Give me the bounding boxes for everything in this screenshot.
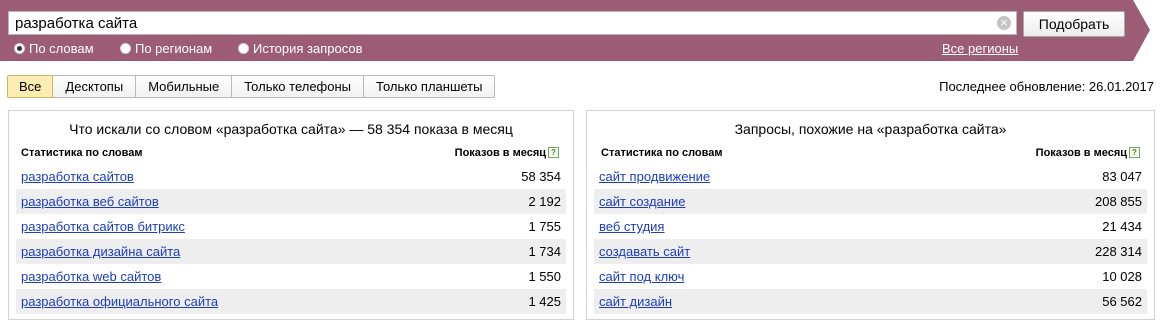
phrase-link[interactable]: разработка сайтов [21, 169, 134, 184]
shows-count: 1 755 [528, 219, 561, 234]
column-header-shows: Показов в месяц? [455, 147, 559, 159]
similar-queries-panel: Запросы, похожие на «разработка сайта» С… [586, 110, 1155, 320]
phrase-link[interactable]: сайт продвижение [599, 169, 710, 184]
table-row: сайт создание 208 855 [594, 189, 1147, 214]
panel-title: Запросы, похожие на «разработка сайта» [734, 121, 1007, 137]
radio-by-regions[interactable]: По регионам [120, 41, 212, 56]
table-row: сайт под ключ 10 028 [594, 264, 1147, 289]
tab-desktops[interactable]: Десктопы [53, 75, 137, 98]
table-row: сайт продвижение 83 047 [594, 164, 1147, 189]
shows-count: 1 734 [528, 244, 561, 259]
shows-count: 228 314 [1095, 244, 1142, 259]
column-header-shows-label: Показов в месяц [1035, 147, 1127, 159]
shows-count: 208 855 [1095, 194, 1142, 209]
phrase-link[interactable]: сайт создание [599, 194, 685, 209]
all-regions-link[interactable]: Все регионы [942, 41, 1018, 56]
tab-tablets-only[interactable]: Только планшеты [364, 75, 496, 98]
submit-button[interactable]: Подобрать [1023, 11, 1125, 37]
radio-unchecked-icon[interactable] [120, 43, 131, 54]
phrase-link[interactable]: разработка дизайна сайта [21, 244, 180, 259]
search-band: × Подобрать По словам По регионам Истори… [0, 0, 1163, 61]
phrase-link[interactable]: сайт под ключ [599, 269, 684, 284]
column-header-words: Статистика по словам [21, 147, 143, 159]
help-icon[interactable]: ? [548, 147, 559, 158]
radio-checked-icon[interactable] [14, 43, 25, 54]
phrase-link[interactable]: сайт дизайн [599, 294, 672, 309]
shows-count: 10 028 [1102, 269, 1142, 284]
table-row: веб студия 21 434 [594, 214, 1147, 239]
radio-by-words[interactable]: По словам [14, 41, 94, 56]
table-row: разработка сайтов битрикс 1 755 [16, 214, 566, 239]
word-stats-panel: Что искали со словом «разработка сайта» … [8, 110, 574, 320]
radio-label: История запросов [253, 41, 363, 56]
table-row: разработка web сайтов 1 550 [16, 264, 566, 289]
tab-mobile[interactable]: Мобильные [136, 75, 233, 98]
table-row: создавать сайт 228 314 [594, 239, 1147, 264]
phrase-link[interactable]: веб студия [599, 219, 664, 234]
column-header-words: Статистика по словам [601, 147, 723, 159]
table-row: разработка официального сайта 1 425 [16, 289, 566, 314]
phrase-link[interactable]: разработка официального сайта [21, 294, 218, 309]
similar-queries-list: сайт продвижение 83 047 сайт создание 208 … [594, 164, 1147, 314]
tab-phones-only[interactable]: Только телефоны [232, 75, 365, 98]
panel-title: Что искали со словом «разработка сайта» … [69, 121, 513, 137]
word-stats-list: разработка сайтов 58 354 разработка веб с… [16, 164, 566, 314]
search-field[interactable]: × [8, 11, 1017, 35]
help-icon[interactable]: ? [1129, 147, 1140, 158]
radio-label: По регионам [135, 41, 213, 56]
phrase-link[interactable]: создавать сайт [599, 244, 690, 259]
shows-count: 1 425 [528, 294, 561, 309]
shows-count: 56 562 [1102, 294, 1142, 309]
table-row: разработка сайтов 58 354 [16, 164, 566, 189]
column-header-shows: Показов в месяц? [1036, 147, 1140, 159]
shows-count: 83 047 [1102, 169, 1142, 184]
phrase-link[interactable]: разработка web сайтов [21, 269, 161, 284]
table-row: сайт дизайн 56 562 [594, 289, 1147, 314]
phrase-link[interactable]: разработка веб сайтов [21, 194, 159, 209]
last-update-text: Последнее обновление: 26.01.2017 [939, 79, 1154, 94]
table-row: разработка дизайна сайта 1 734 [16, 239, 566, 264]
shows-count: 1 550 [528, 269, 561, 284]
phrase-link[interactable]: разработка сайтов битрикс [21, 219, 185, 234]
radio-query-history[interactable]: История запросов [238, 41, 363, 56]
radio-unchecked-icon[interactable] [238, 43, 249, 54]
column-header-shows-label: Показов в месяц [454, 147, 546, 159]
table-row: разработка веб сайтов 2 192 [16, 189, 566, 214]
device-filter-tabs: Все Десктопы Мобильные Только телефоны Т… [7, 75, 496, 98]
radio-label: По словам [29, 41, 94, 56]
tab-all[interactable]: Все [7, 75, 54, 98]
shows-count: 2 192 [528, 194, 561, 209]
shows-count: 58 354 [521, 169, 561, 184]
search-input[interactable] [9, 12, 1001, 34]
clear-icon[interactable]: × [997, 16, 1011, 30]
shows-count: 21 434 [1102, 219, 1142, 234]
